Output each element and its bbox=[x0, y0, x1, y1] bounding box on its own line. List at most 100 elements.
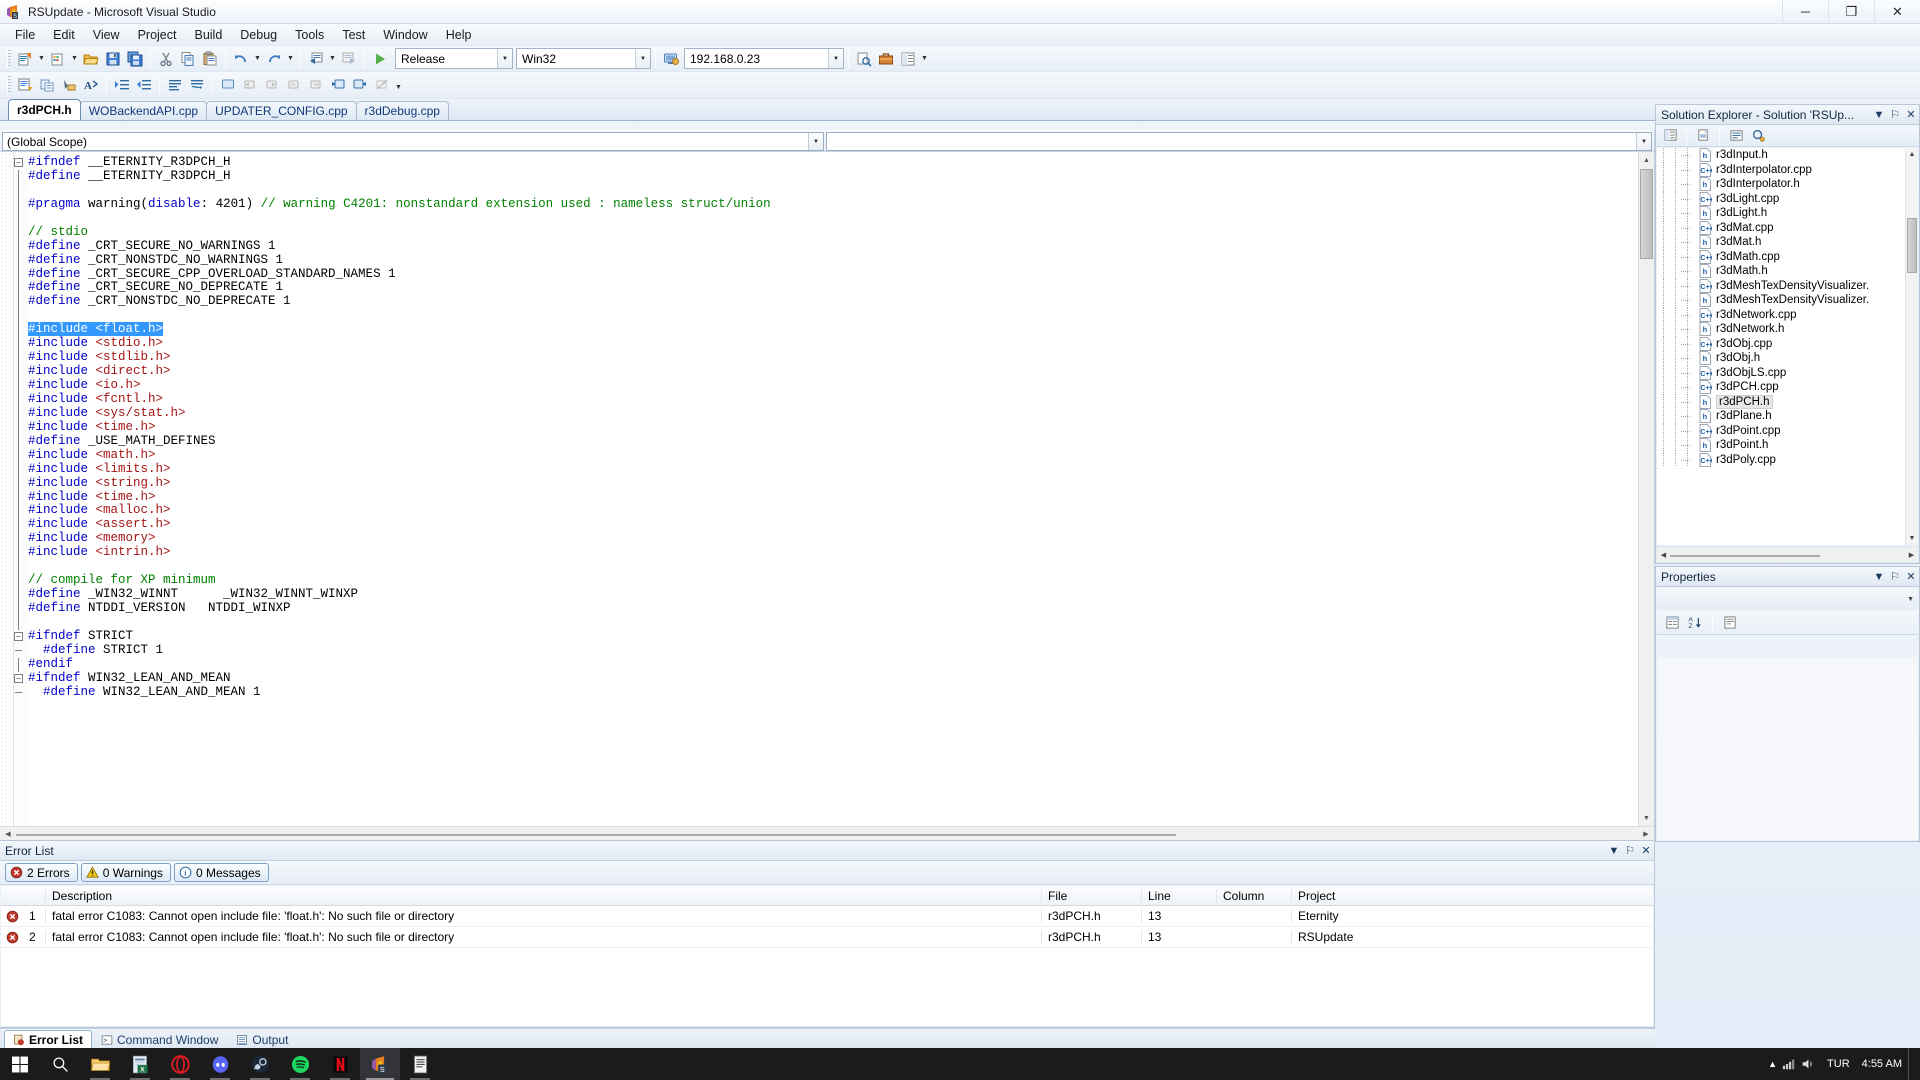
solution-file-item[interactable]: h r3dInterpolator.h bbox=[1657, 177, 1918, 192]
code-line[interactable]: #define __ETERNITY_R3DPCH_H bbox=[14, 169, 1638, 184]
copy-icon[interactable] bbox=[177, 48, 199, 70]
chevron-down-icon[interactable]: ▼ bbox=[497, 49, 512, 68]
code-line[interactable]: #include <sys/stat.h> bbox=[14, 406, 1638, 421]
code-line[interactable]: // compile for XP minimum bbox=[14, 573, 1638, 589]
toolbar-overflow-icon[interactable]: ▼ bbox=[919, 48, 930, 70]
paste-icon[interactable] bbox=[199, 48, 221, 70]
previous-bookmark-folder-icon[interactable] bbox=[283, 74, 305, 96]
comment-lines-icon[interactable] bbox=[164, 74, 186, 96]
solution-file-item[interactable]: C++ r3dObjLS.cpp bbox=[1657, 365, 1918, 380]
menu-project[interactable]: Project bbox=[129, 25, 186, 45]
notepad-icon[interactable] bbox=[400, 1048, 440, 1080]
solution-file-item[interactable]: C++ r3dPoint.cpp bbox=[1657, 423, 1918, 438]
menu-help[interactable]: Help bbox=[437, 25, 481, 45]
scrollbar-thumb[interactable] bbox=[1640, 169, 1653, 259]
refresh-icon[interactable] bbox=[1748, 126, 1768, 145]
menu-test[interactable]: Test bbox=[333, 25, 374, 45]
solution-file-item[interactable]: h r3dMat.h bbox=[1657, 235, 1918, 250]
netflix-icon[interactable] bbox=[320, 1048, 360, 1080]
view-code-icon[interactable] bbox=[1726, 126, 1746, 145]
redo-icon[interactable] bbox=[263, 48, 285, 70]
cut-icon[interactable] bbox=[155, 48, 177, 70]
code-line[interactable]: − #ifndef __ETERNITY_R3DPCH_H bbox=[14, 155, 1638, 170]
solution-file-item[interactable]: h r3dObj.h bbox=[1657, 351, 1918, 366]
column-description[interactable]: Description bbox=[45, 888, 1041, 903]
decrease-indent-icon[interactable] bbox=[133, 74, 155, 96]
new-item-icon[interactable] bbox=[47, 48, 69, 70]
collapse-icon[interactable]: − bbox=[14, 673, 23, 683]
toolbar-overflow-icon[interactable]: ▼ bbox=[393, 76, 404, 98]
solution-file-item[interactable]: h r3dPoint.h bbox=[1657, 438, 1918, 453]
scrollbar-thumb[interactable] bbox=[1670, 555, 1820, 557]
code-line[interactable]: #include <limits.h> bbox=[14, 462, 1638, 477]
close-button[interactable]: ✕ bbox=[1874, 0, 1920, 23]
code-line[interactable]: #define _CRT_NONSTDC_NO_DEPRECATE 1 bbox=[14, 294, 1638, 310]
code-line[interactable] bbox=[14, 309, 1638, 324]
code-line[interactable]: #include <time.h> bbox=[14, 420, 1638, 435]
code-line[interactable]: #include <float.h> bbox=[14, 322, 1638, 338]
solution-configuration-combo[interactable]: Release ▼ bbox=[395, 48, 513, 69]
solution-file-item[interactable]: C++ r3dPCH.cpp bbox=[1657, 380, 1918, 395]
visual-studio-icon[interactable]: S bbox=[360, 1048, 400, 1080]
clock[interactable]: 4:55 AM bbox=[1856, 1048, 1908, 1080]
document-tab-wobackendapi-cpp[interactable]: WOBackendAPI.cpp bbox=[79, 101, 208, 120]
show-desktop-button[interactable] bbox=[1908, 1048, 1916, 1080]
next-bookmark-icon[interactable] bbox=[261, 74, 283, 96]
close-icon[interactable]: ✕ bbox=[1903, 108, 1919, 121]
filter-0-warnings[interactable]: 0 Warnings bbox=[80, 863, 171, 882]
scrollbar-thumb[interactable] bbox=[16, 833, 1176, 836]
code-line[interactable]: #include <string.h> bbox=[14, 476, 1638, 491]
code-line[interactable]: #define _CRT_NONSTDC_NO_WARNINGS 1 bbox=[14, 253, 1638, 268]
solution-file-item[interactable]: h r3dPCH.h bbox=[1657, 394, 1918, 409]
code-line[interactable]: #include <time.h> bbox=[14, 490, 1638, 505]
save-icon[interactable] bbox=[102, 48, 124, 70]
toolbox-icon[interactable] bbox=[875, 48, 897, 70]
show-all-files-icon[interactable] bbox=[1693, 126, 1713, 145]
solution-tree[interactable]: h r3dInput.h C++ r3dInterpolator.cpp h r3dInt… bbox=[1657, 148, 1918, 545]
steam-icon[interactable] bbox=[240, 1048, 280, 1080]
code-line[interactable] bbox=[14, 615, 1638, 630]
excel-icon[interactable]: X bbox=[120, 1048, 160, 1080]
menu-window[interactable]: Window bbox=[374, 25, 436, 45]
scope-combo[interactable]: (Global Scope) ▼ bbox=[2, 132, 824, 151]
toolbar-grip[interactable] bbox=[7, 49, 11, 68]
properties-window-icon[interactable] bbox=[897, 48, 919, 70]
solution-explorer-vertical-scrollbar[interactable]: ▲ ▼ bbox=[1905, 148, 1918, 545]
code-line[interactable]: #include <io.h> bbox=[14, 378, 1638, 393]
menu-file[interactable]: File bbox=[6, 25, 44, 45]
code-line[interactable]: #include <assert.h> bbox=[14, 517, 1638, 533]
code-line[interactable]: #define _CRT_SECURE_NO_WARNINGS 1 bbox=[14, 239, 1638, 254]
properties-grid[interactable] bbox=[1657, 657, 1918, 840]
close-icon[interactable]: ✕ bbox=[1903, 570, 1919, 583]
categorized-icon[interactable] bbox=[1662, 613, 1682, 632]
code-surface[interactable]: − #ifndef __ETERNITY_R3DPCH_H #define __ET… bbox=[0, 152, 1654, 840]
panel-menu-dropdown-icon[interactable]: ▼ bbox=[1871, 109, 1887, 121]
clear-bookmarks-icon[interactable] bbox=[371, 74, 393, 96]
code-line[interactable]: #define _CRT_SECURE_NO_DEPRECATE 1 bbox=[14, 280, 1638, 296]
chevron-up-icon[interactable]: ▲ bbox=[1768, 1059, 1777, 1069]
new-project-dropdown-icon[interactable]: ▼ bbox=[36, 48, 47, 70]
solution-file-item[interactable]: C++ r3dLight.cpp bbox=[1657, 191, 1918, 206]
solution-file-item[interactable]: C++ r3dMath.cpp bbox=[1657, 249, 1918, 264]
move-down-icon[interactable] bbox=[349, 74, 371, 96]
column-line[interactable]: Line bbox=[1141, 888, 1216, 903]
column-column[interactable]: Column bbox=[1216, 888, 1291, 903]
start-button[interactable] bbox=[0, 1048, 40, 1080]
solution-file-item[interactable]: C++ r3dObj.cpp bbox=[1657, 336, 1918, 351]
navigate-forward-icon[interactable] bbox=[338, 48, 360, 70]
pin-icon[interactable]: ⚐ bbox=[1887, 570, 1903, 583]
menu-view[interactable]: View bbox=[84, 25, 129, 45]
find-symbol-icon[interactable] bbox=[58, 74, 80, 96]
code-line[interactable]: #include <intrin.h> bbox=[14, 545, 1638, 561]
discord-icon[interactable] bbox=[200, 1048, 240, 1080]
properties-icon[interactable] bbox=[1660, 126, 1680, 145]
solution-file-item[interactable]: h r3dInput.h bbox=[1657, 148, 1918, 163]
chevron-down-icon[interactable]: ▼ bbox=[635, 49, 650, 68]
indicator-margin[interactable] bbox=[0, 152, 14, 826]
collapse-icon[interactable]: − bbox=[14, 631, 23, 641]
panel-menu-dropdown-icon[interactable]: ▼ bbox=[1606, 845, 1622, 857]
scroll-down-icon[interactable]: ▼ bbox=[1639, 810, 1654, 826]
remote-machine-icon[interactable] bbox=[660, 48, 682, 70]
code-line[interactable]: #include <fcntl.h> bbox=[14, 392, 1638, 407]
filter-2-errors[interactable]: 2 Errors bbox=[5, 863, 78, 882]
